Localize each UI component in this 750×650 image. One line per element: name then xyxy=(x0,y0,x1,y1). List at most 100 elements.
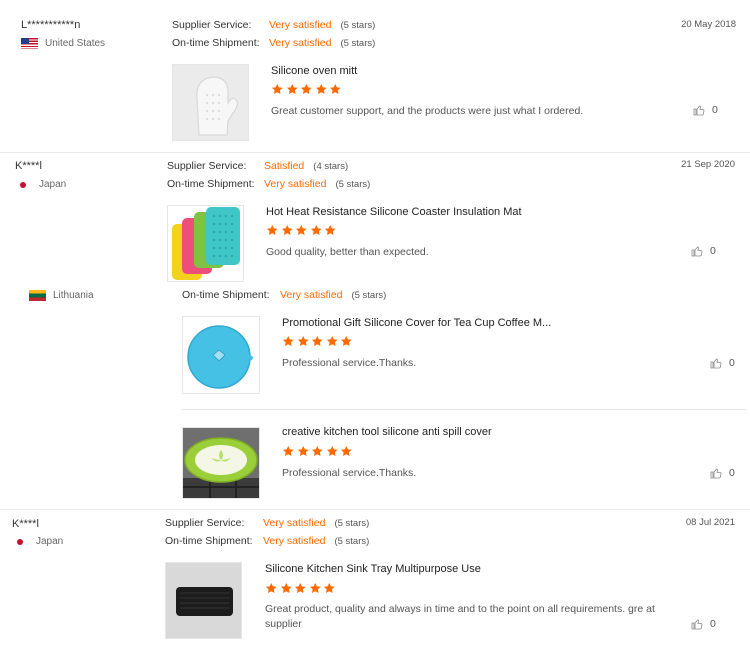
like-button[interactable]: 0 xyxy=(710,467,735,479)
rating-label: Supplier Service: xyxy=(165,517,245,529)
product-star-rating xyxy=(266,224,337,237)
country-label: United States xyxy=(45,38,106,49)
product-star-rating xyxy=(271,83,342,96)
rating-stars-text: (5 stars) xyxy=(340,20,376,31)
rating-label: On-time Shipment: xyxy=(182,289,270,301)
rating-label: On-time Shipment: xyxy=(167,178,255,190)
lithuania-flag-icon xyxy=(29,290,46,301)
star-icon xyxy=(271,83,283,95)
star-icon xyxy=(311,445,323,457)
buyer-country: Lithuania xyxy=(29,290,94,301)
star-icon xyxy=(315,83,327,95)
rating-label: On-time Shipment: xyxy=(165,535,253,547)
rating-label: Supplier Service: xyxy=(167,160,247,172)
coaster-mats-image xyxy=(168,206,243,281)
sink-tray-image xyxy=(166,563,241,638)
like-count: 0 xyxy=(729,467,735,479)
product-name[interactable]: Hot Heat Resistance Silicone Coaster Ins… xyxy=(266,206,522,218)
product-name[interactable]: Silicone oven mitt xyxy=(271,65,357,77)
like-button[interactable]: 0 xyxy=(691,618,716,630)
star-icon xyxy=(310,224,322,236)
buyer-name: L***********n xyxy=(21,19,81,31)
star-icon xyxy=(329,83,341,95)
product-name[interactable]: creative kitchen tool silicone anti spil… xyxy=(282,426,492,438)
product-name[interactable]: Silicone Kitchen Sink Tray Multipurpose … xyxy=(265,563,481,575)
review-date: 21 Sep 2020 xyxy=(681,159,735,170)
product-image[interactable] xyxy=(182,316,260,394)
japan-flag-icon xyxy=(15,179,32,190)
buyer-country: Japan xyxy=(15,179,66,190)
product-image[interactable] xyxy=(165,562,242,639)
rating-value: Satisfied xyxy=(264,160,305,172)
like-button[interactable]: 0 xyxy=(710,357,735,369)
star-icon xyxy=(297,335,309,347)
country-label: Japan xyxy=(36,536,64,547)
star-icon xyxy=(266,224,278,236)
supplier-service-rating: Supplier Service: Very satisfied (5 star… xyxy=(165,517,369,529)
rating-stars-text: (5 stars) xyxy=(340,38,376,49)
star-icon xyxy=(295,224,307,236)
like-count: 0 xyxy=(710,245,716,257)
buyer-country: Japan xyxy=(12,536,63,547)
star-icon xyxy=(300,83,312,95)
like-count: 0 xyxy=(710,618,716,630)
star-icon xyxy=(340,445,352,457)
thumbs-up-icon xyxy=(710,358,722,369)
star-icon xyxy=(326,335,338,347)
buyer-name: K****l xyxy=(12,518,39,530)
like-button[interactable]: 0 xyxy=(691,245,716,257)
review-date: 08 Jul 2021 xyxy=(685,517,735,528)
rating-value: Very satisfied xyxy=(263,517,326,529)
review-divider xyxy=(0,509,750,510)
country-label: Lithuania xyxy=(53,290,94,301)
star-icon xyxy=(326,445,338,457)
review-comment: Professional service.Thanks. xyxy=(282,467,417,479)
star-icon xyxy=(265,582,277,594)
shipment-rating: On-time Shipment: Very satisfied (5 star… xyxy=(167,178,370,190)
review-date: 20 May 2018 xyxy=(681,19,736,30)
review-comment: Good quality, better than expected. xyxy=(266,246,429,258)
rating-value: Very satisfied xyxy=(263,535,326,547)
review-comment: Great customer support, and the products… xyxy=(271,105,584,117)
product-divider xyxy=(182,409,746,410)
shipment-rating: On-time Shipment: Very satisfied (5 star… xyxy=(182,289,386,301)
star-icon xyxy=(282,445,294,457)
supplier-service-rating: Supplier Service: Satisfied (4 stars) xyxy=(167,160,348,172)
thumbs-up-icon xyxy=(691,619,703,630)
rating-value: Very satisfied xyxy=(280,289,343,301)
thumbs-up-icon xyxy=(691,246,703,257)
product-image[interactable] xyxy=(167,205,244,282)
rating-label: Supplier Service: xyxy=(172,19,252,31)
star-icon xyxy=(286,83,298,95)
star-icon xyxy=(324,224,336,236)
rating-label: On-time Shipment: xyxy=(172,37,260,49)
anti-spill-cover-image xyxy=(183,428,259,498)
oven-mitt-image xyxy=(173,65,248,140)
star-icon xyxy=(340,335,352,347)
review-comment: Professional service.Thanks. xyxy=(282,357,417,369)
star-icon xyxy=(311,335,323,347)
like-count: 0 xyxy=(712,104,718,116)
product-star-rating xyxy=(282,335,353,348)
buyer-name: K****l xyxy=(15,160,42,172)
japan-flag-icon xyxy=(12,536,29,547)
thumbs-up-icon xyxy=(693,105,705,116)
star-icon xyxy=(280,582,292,594)
star-icon xyxy=(281,224,293,236)
like-button[interactable]: 0 xyxy=(693,104,718,116)
rating-stars-text: (5 stars) xyxy=(335,179,371,190)
product-image[interactable] xyxy=(182,427,260,499)
rating-stars-text: (4 stars) xyxy=(313,161,349,172)
star-icon xyxy=(282,335,294,347)
review-comment: Great product, quality and always in tim… xyxy=(265,603,655,630)
star-icon xyxy=(297,445,309,457)
rating-value: Very satisfied xyxy=(269,37,332,49)
shipment-rating: On-time Shipment: Very satisfied (5 star… xyxy=(172,37,375,49)
product-star-rating xyxy=(282,445,353,458)
product-name[interactable]: Promotional Gift Silicone Cover for Tea … xyxy=(282,317,551,329)
review-divider xyxy=(0,152,750,153)
rating-stars-text: (5 stars) xyxy=(334,536,370,547)
buyer-country: United States xyxy=(21,38,105,49)
product-image[interactable] xyxy=(172,64,249,141)
star-icon xyxy=(294,582,306,594)
